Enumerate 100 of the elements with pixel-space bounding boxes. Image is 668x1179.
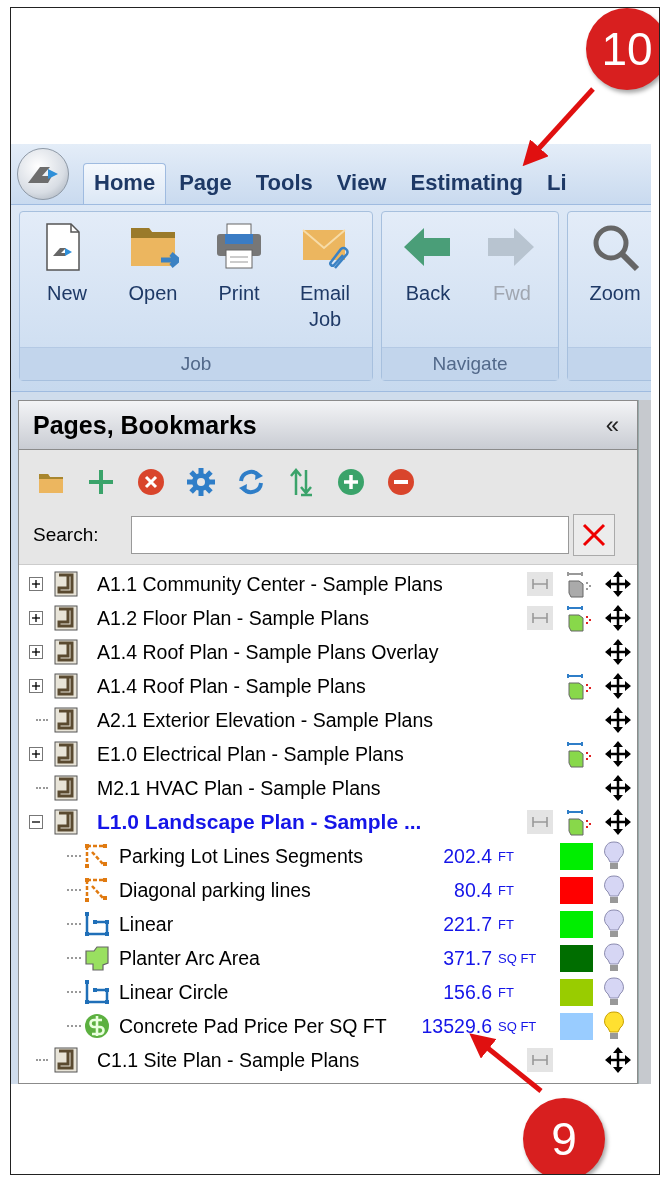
takeoff-name: Linear Circle xyxy=(119,980,230,1004)
takeoff-row[interactable]: Planter Arc Area 371.7 SQ FT xyxy=(19,941,637,975)
scale-icon[interactable] xyxy=(526,1048,553,1072)
takeoff-value: 156.6 xyxy=(443,980,492,1004)
page-row[interactable]: L1.0 Landscape Plan - Sample ... xyxy=(19,805,637,839)
dollar-icon xyxy=(83,1012,111,1040)
page-row[interactable]: E1.0 Electrical Plan - Sample Plans xyxy=(19,737,637,771)
ribbon-tab[interactable]: Home xyxy=(83,163,167,204)
application-menu-button[interactable] xyxy=(17,148,69,200)
color-swatch[interactable] xyxy=(560,910,593,938)
page-row[interactable]: A1.4 Roof Plan - Sample Plans xyxy=(19,669,637,703)
page-row[interactable]: C1.1 Site Plan - Sample Plans xyxy=(19,1043,637,1077)
unit-label: FT xyxy=(497,882,515,898)
page-row[interactable]: A1.4 Roof Plan - Sample Plans Overlay xyxy=(19,635,637,669)
takeoff-value: 221.7 xyxy=(443,912,492,936)
ribbon-button[interactable]: Open xyxy=(112,218,194,347)
light-bulb-icon[interactable] xyxy=(603,840,625,872)
ribbon-tab[interactable]: Page xyxy=(168,163,243,204)
light-bulb-icon[interactable] xyxy=(603,942,625,974)
ribbon-button[interactable]: Print xyxy=(198,218,280,347)
move-icon[interactable] xyxy=(604,571,631,597)
takeoff-row[interactable]: Diagonal parking lines 80.4 FT xyxy=(19,873,637,907)
page-name: C1.1 Site Plan - Sample Plans xyxy=(97,1048,361,1072)
takeoff-icon[interactable] xyxy=(565,740,592,768)
move-icon[interactable] xyxy=(604,1047,631,1073)
expand-toggle[interactable] xyxy=(29,747,43,761)
move-icon[interactable] xyxy=(604,809,631,835)
light-bulb-icon[interactable] xyxy=(603,874,625,906)
color-swatch[interactable] xyxy=(560,1012,593,1040)
scale-icon[interactable] xyxy=(526,572,553,596)
takeoff-name: Parking Lot Lines Segments xyxy=(119,844,364,868)
page-row[interactable]: A1.2 Floor Plan - Sample Plans xyxy=(19,601,637,635)
takeoff-name: Planter Arc Area xyxy=(119,946,261,970)
search-field[interactable] xyxy=(131,516,569,554)
ribbon-button[interactable]: Zoom xyxy=(574,218,651,347)
page-row[interactable]: A1.1 Community Center - Sample Plans xyxy=(19,567,637,601)
move-icon[interactable] xyxy=(604,741,631,767)
takeoff-row[interactable]: Parking Lot Lines Segments 202.4 FT xyxy=(19,839,637,873)
page-name: A1.4 Roof Plan - Sample Plans xyxy=(97,674,367,698)
ribbon-button[interactable]: Back xyxy=(388,218,468,347)
page-row[interactable]: M2.1 HVAC Plan - Sample Plans xyxy=(19,771,637,805)
collapse-toggle[interactable] xyxy=(29,815,43,829)
expand-toggle[interactable] xyxy=(29,577,43,591)
unit-label: SQ FT xyxy=(497,1018,538,1034)
page-name: A1.4 Roof Plan - Sample Plans Overlay xyxy=(97,640,440,664)
takeoff-icon[interactable] xyxy=(565,808,592,836)
takeoff-row[interactable]: Linear Circle 156.6 FT xyxy=(19,975,637,1009)
settings-icon xyxy=(186,467,216,497)
scale-icon[interactable] xyxy=(526,606,553,630)
move-icon[interactable] xyxy=(604,673,631,699)
page-name: A1.2 Floor Plan - Sample Plans xyxy=(97,606,371,630)
unit-label: SQ FT xyxy=(497,950,538,966)
expand-all-icon xyxy=(336,467,366,497)
takeoff-icon[interactable] xyxy=(565,604,592,632)
group-label: Job xyxy=(20,347,372,380)
takeoff-icon[interactable] xyxy=(565,570,592,598)
linear-measure-icon xyxy=(83,910,111,938)
ribbon-button[interactable]: New xyxy=(26,218,108,347)
page-name: A1.1 Community Center - Sample Plans xyxy=(97,572,444,596)
page-row[interactable]: A2.1 Exterior Elevation - Sample Plans xyxy=(19,703,637,737)
page-icon xyxy=(54,1047,78,1073)
move-icon[interactable] xyxy=(604,707,631,733)
close-icon xyxy=(580,521,608,549)
panel-title: Pages, Bookmarks xyxy=(33,410,257,440)
light-bulb-icon[interactable] xyxy=(603,1010,625,1042)
scale-icon[interactable] xyxy=(526,810,553,834)
group-label: Navigate xyxy=(382,347,558,380)
move-icon[interactable] xyxy=(604,605,631,631)
light-bulb-icon[interactable] xyxy=(603,908,625,940)
light-bulb-icon[interactable] xyxy=(603,976,625,1008)
color-swatch[interactable] xyxy=(560,978,593,1006)
color-swatch[interactable] xyxy=(560,876,593,904)
takeoff-row[interactable]: Linear 221.7 FT xyxy=(19,907,637,941)
ribbon-button[interactable]: Email Job xyxy=(284,218,366,347)
refresh-icon xyxy=(236,467,266,497)
page-icon xyxy=(54,707,78,733)
callout-number: 10 xyxy=(586,8,659,90)
takeoff-icon[interactable] xyxy=(565,672,592,700)
expand-toggle[interactable] xyxy=(29,645,43,659)
page-icon xyxy=(54,639,78,665)
takeoff-value: 80.4 xyxy=(454,878,492,902)
color-swatch[interactable] xyxy=(560,842,593,870)
color-swatch[interactable] xyxy=(560,944,593,972)
page-name: E1.0 Electrical Plan - Sample Plans xyxy=(97,742,405,766)
takeoff-row[interactable]: Concrete Pad Price Per SQ FT 13529.6 SQ FT xyxy=(19,1009,637,1043)
ribbon-tab[interactable]: View xyxy=(325,163,398,204)
move-icon[interactable] xyxy=(604,639,631,665)
page-icon xyxy=(54,673,78,699)
page-icon xyxy=(54,741,78,767)
ribbon-tab[interactable]: Tools xyxy=(244,163,324,204)
linear-measure-icon xyxy=(83,978,111,1006)
takeoff-value: 371.7 xyxy=(443,946,492,970)
clear-search-button[interactable] xyxy=(573,514,615,556)
page-name: A2.1 Exterior Elevation - Sample Plans xyxy=(97,708,434,732)
expand-toggle[interactable] xyxy=(29,611,43,625)
move-icon[interactable] xyxy=(604,775,631,801)
ribbon-tab[interactable]: Estimating xyxy=(399,163,534,204)
expand-toggle[interactable] xyxy=(29,679,43,693)
ribbon-tab[interactable]: Li xyxy=(535,163,578,204)
collapse-button[interactable]: « xyxy=(601,411,623,439)
